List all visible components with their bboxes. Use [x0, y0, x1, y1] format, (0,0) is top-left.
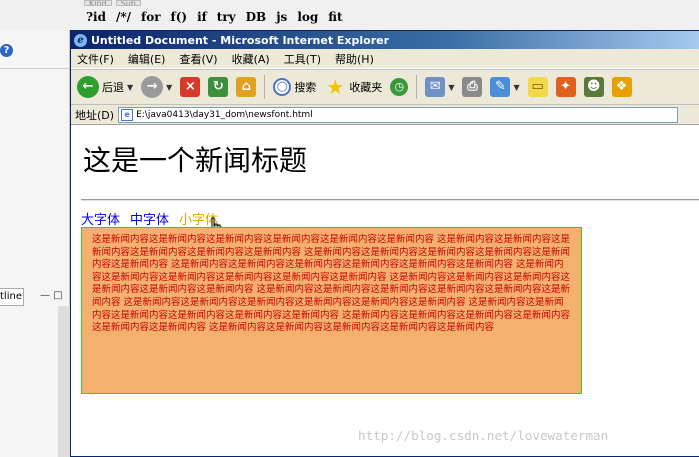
address-bar: 地址(D) e E:\java0413\day31_dom\newsfont.h… [71, 105, 699, 125]
chevron-down-icon[interactable]: ▼ [166, 83, 172, 92]
news-content-box: 这是新闻内容这是新闻内容这是新闻内容这是新闻内容这是新闻内容这是新闻内容 这是新… [81, 227, 582, 394]
editor-side-panel: ? tline — □ [0, 30, 70, 457]
chevron-down-icon[interactable]: ▼ [448, 83, 454, 92]
ie-logo-icon: e [74, 33, 87, 47]
address-label: 地址(D) [75, 108, 115, 122]
menu-bar: 文件(F) 编辑(E) 查看(V) 收藏(A) 工具(T) 帮助(H) [71, 49, 699, 69]
large-font-link[interactable]: 大字体 [81, 209, 120, 228]
home-button[interactable]: ⌂ [234, 73, 258, 101]
note-icon: ▭ [527, 77, 548, 97]
refresh-icon: ↻ [208, 77, 229, 97]
menu-file[interactable]: 文件(F) [77, 51, 114, 67]
back-label: 后退 [102, 81, 124, 94]
toolbar-separator [264, 75, 266, 99]
extra-tool-button[interactable]: ❖ [610, 73, 634, 101]
search-label: 搜索 [294, 81, 317, 94]
page-icon: e [121, 108, 134, 121]
stop-button[interactable]: × [178, 73, 202, 101]
page-content: 这是一个新闻标题 大字体 中字体 小字体 这是新闻内容这是新闻内容这是新闻内容这… [71, 125, 699, 437]
menu-edit[interactable]: 编辑(E) [128, 51, 166, 67]
menu-view[interactable]: 查看(V) [179, 51, 217, 67]
edit-button[interactable]: ✎ ▼ [488, 73, 521, 101]
snippet-fit[interactable]: fit [328, 10, 342, 24]
window-title: Untitled Document - Microsoft Internet E… [91, 33, 390, 47]
home-icon: ⌂ [236, 77, 257, 97]
menu-help[interactable]: 帮助(H) [335, 51, 374, 67]
windows-logo-icon: ❖ [611, 77, 632, 97]
search-button[interactable]: ○ 搜索 [271, 73, 318, 101]
mail-button[interactable]: ✉ ▼ [423, 73, 456, 101]
back-button[interactable]: ← 后退 ▼ [75, 73, 135, 101]
snippet-for[interactable]: for [141, 10, 161, 24]
chevron-down-icon[interactable]: ▼ [513, 83, 519, 92]
forward-arrow-icon: → [141, 76, 164, 98]
watermark-text: http://blog.csdn.net/lovewaterman [358, 428, 609, 443]
panel-scroll-strip [58, 306, 70, 457]
printer-icon: ⎙ [462, 77, 483, 97]
discuss-button[interactable]: ▭ [526, 73, 550, 101]
title-bar: e Untitled Document - Microsoft Internet… [71, 31, 699, 49]
history-button[interactable]: ◷ [388, 73, 410, 101]
snippet-log[interactable]: log [297, 10, 318, 24]
medium-font-link[interactable]: 中字体 [130, 209, 169, 228]
chevron-down-icon[interactable]: ▼ [127, 83, 133, 92]
search-icon: ○ [273, 78, 292, 96]
tool-icon: ✦ [555, 77, 576, 97]
ie-window: e Untitled Document - Microsoft Internet… [70, 30, 699, 457]
edit-icon: ✎ [490, 77, 511, 97]
favorites-button[interactable]: ★ 收藏夹 [322, 73, 384, 101]
panel-minmax-controls[interactable]: — □ [40, 290, 63, 301]
address-input[interactable]: e E:\java0413\day31_dom\newsfont.html [118, 106, 679, 123]
font-size-links: 大字体 中字体 小字体 [81, 209, 218, 228]
snippet-if[interactable]: if [197, 10, 207, 24]
mail-icon: ✉ [425, 77, 446, 97]
standard-toolbar: ← 后退 ▼ → ▼ × ↻ ⌂ ○ 搜索 ★ 收藏夹 ◷ ✉ ▼ ⎙ ✎ ▼ … [71, 69, 699, 105]
news-headline: 这是一个新闻标题 [83, 144, 308, 177]
snippet-db[interactable]: DB [246, 10, 267, 24]
messenger-icon: ☻ [583, 77, 604, 97]
snippet-function[interactable]: f() [171, 10, 188, 24]
menu-favorites[interactable]: 收藏(A) [232, 51, 270, 67]
menu-tools[interactable]: 工具(T) [284, 51, 321, 67]
snippet-comment[interactable]: /*/ [116, 10, 131, 24]
horizontal-rule [81, 199, 699, 201]
back-arrow-icon: ← [77, 76, 99, 98]
print-button[interactable]: ⎙ [460, 73, 484, 101]
toolbar-separator [416, 75, 418, 99]
snippet-try[interactable]: try [217, 10, 236, 24]
favorites-label: 收藏夹 [349, 81, 383, 94]
history-icon: ◷ [390, 78, 409, 96]
extra-tool-button[interactable]: ✦ [554, 73, 578, 101]
address-value: E:\java0413\day31_dom\newsfont.html [136, 109, 313, 120]
divider [0, 68, 70, 69]
refresh-button[interactable]: ↻ [206, 73, 230, 101]
snippet-id[interactable]: ?id [86, 10, 106, 24]
extra-tool-button[interactable]: ☻ [582, 73, 606, 101]
star-icon: ★ [326, 75, 345, 99]
stop-icon: × [180, 77, 201, 97]
help-icon[interactable]: ? [0, 44, 13, 57]
forward-button[interactable]: → ▼ [139, 73, 174, 101]
editor-snippet-toolbar: ?id /*/ for f() if try DB js log fit [80, 6, 343, 28]
outline-tab[interactable]: tline [0, 288, 24, 306]
snippet-js[interactable]: js [276, 10, 287, 24]
